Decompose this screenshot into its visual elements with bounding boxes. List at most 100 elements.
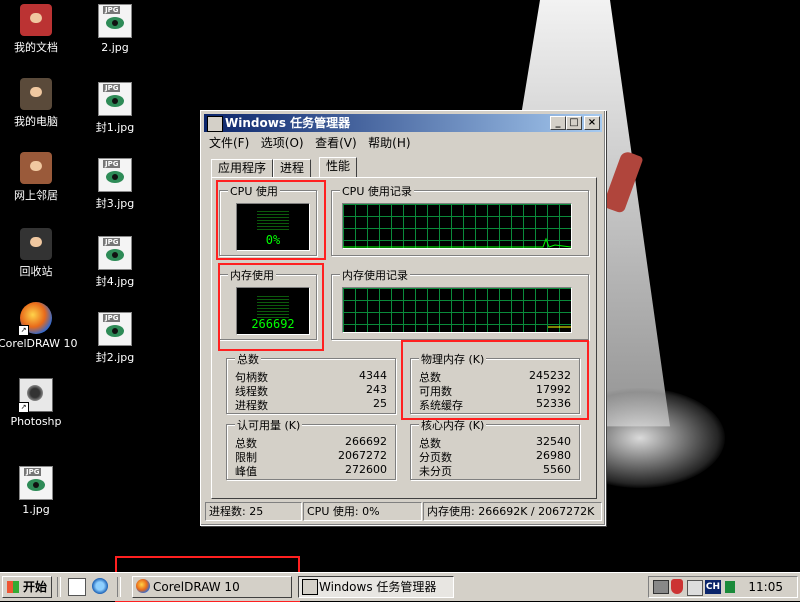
ime-indicator[interactable]: CH <box>705 580 721 594</box>
commit-charge-row: 限制 2067272 <box>235 449 387 464</box>
jpg-file-icon: JPG <box>19 466 53 500</box>
title-bar[interactable]: Windows 任务管理器 _ □ × <box>204 114 602 132</box>
menu-file[interactable]: 文件(F) <box>209 136 249 150</box>
desktop-icon-my-computer[interactable]: 我的电脑 <box>0 78 74 129</box>
window-title: Windows 任务管理器 <box>225 116 351 130</box>
taskbar-separator <box>117 577 121 597</box>
avatar-icon <box>20 78 52 110</box>
status-bar: 进程数: 25 CPU 使用: 0% 内存使用: 266692K / 20672… <box>205 502 602 521</box>
totals-title: 总数 <box>235 351 261 367</box>
totals-row: 句柄数 4344 <box>235 369 387 384</box>
commit-charge-group: 认可用量 (K) 总数 266692 限制 2067272 峰值 272600 <box>226 417 396 480</box>
coreldraw-icon: ↗ <box>18 302 52 336</box>
desktop-icon-coreldraw[interactable]: ↗ CorelDRAW 10 <box>0 302 78 350</box>
desktop-icon-label: 封3.jpg <box>95 197 135 210</box>
commit-charge-row: 总数 266692 <box>235 435 387 450</box>
taskbar-button-task-manager[interactable]: Windows 任务管理器 <box>298 576 454 598</box>
shield-icon[interactable] <box>671 579 683 594</box>
system-tray: CH 11:05 <box>648 576 798 598</box>
cpu-history-title: CPU 使用记录 <box>340 183 414 199</box>
network-icon[interactable] <box>653 580 669 594</box>
start-label: 开始 <box>23 580 48 594</box>
jpg-file-icon: JPG <box>98 158 132 192</box>
desktop-icon-label: CorelDRAW 10 <box>0 337 78 350</box>
tab-applications[interactable]: 应用程序 <box>211 159 274 178</box>
coreldraw-icon <box>136 579 150 593</box>
kernel-memory-group: 核心内存 (K) 总数 32540 分页数 26980 未分页 5560 <box>410 417 580 480</box>
task-manager-icon <box>302 579 318 595</box>
desktop-icon-2-jpg[interactable]: JPG 2.jpg <box>77 4 153 54</box>
volume-icon[interactable] <box>687 580 703 596</box>
maximize-button[interactable]: □ <box>566 116 582 130</box>
show-desktop-icon[interactable] <box>68 578 86 596</box>
totals-row: 进程数 25 <box>235 397 387 412</box>
task-manager-icon <box>207 116 223 132</box>
desktop-icon-feng3-jpg[interactable]: JPG 封3.jpg <box>77 158 153 211</box>
desktop-icon-my-documents[interactable]: 我的文档 <box>0 4 74 55</box>
totals-group: 总数 句柄数 4344 线程数 243 进程数 25 <box>226 351 396 414</box>
jpg-file-icon: JPG <box>98 312 132 346</box>
close-button[interactable]: × <box>584 116 600 130</box>
taskbar-button-label: Windows 任务管理器 <box>319 580 437 594</box>
memory-history-line <box>548 326 571 328</box>
menu-help[interactable]: 帮助(H) <box>368 136 410 150</box>
commit-charge-row: 峰值 272600 <box>235 463 387 478</box>
desktop-icon-label: 回收站 <box>19 265 53 278</box>
shortcut-arrow-icon: ↗ <box>18 325 29 336</box>
annotation-box-cpu <box>216 180 326 260</box>
annotation-box-physical-memory <box>401 340 589 420</box>
desktop-icon-label: 1.jpg <box>22 503 50 516</box>
taskbar-separator <box>57 577 61 597</box>
desktop-icon-label: 封2.jpg <box>95 351 135 364</box>
tab-processes[interactable]: 进程 <box>273 159 312 178</box>
desktop-icon-label: 封1.jpg <box>95 121 135 134</box>
shortcut-arrow-icon: ↗ <box>18 402 29 413</box>
desktop-icon-network[interactable]: 网上邻居 <box>0 152 74 203</box>
desktop-icon-feng1-jpg[interactable]: JPG 封1.jpg <box>77 82 153 135</box>
avatar-icon <box>20 4 52 36</box>
desktop-icon-label: 封4.jpg <box>95 275 135 288</box>
jpg-file-icon: JPG <box>98 236 132 270</box>
start-button[interactable]: 开始 <box>2 576 52 598</box>
clock[interactable]: 11:05 <box>748 577 783 597</box>
desktop-icon-feng2-jpg[interactable]: JPG 封2.jpg <box>77 312 153 365</box>
desktop-icon-photoshop[interactable]: ↗ Photoshp <box>0 378 74 428</box>
taskbar-button-coreldraw[interactable]: CorelDRAW 10 <box>132 576 292 598</box>
desktop-icon-feng4-jpg[interactable]: JPG 封4.jpg <box>77 236 153 289</box>
jpg-file-icon: JPG <box>98 4 132 38</box>
internet-explorer-icon[interactable] <box>92 578 108 594</box>
memory-history-title: 内存使用记录 <box>340 267 410 283</box>
kernel-memory-row: 总数 32540 <box>419 435 571 450</box>
desktop-icon-recycle-bin[interactable]: 回收站 <box>0 228 74 279</box>
cpu-history-graph <box>342 203 572 249</box>
desktop-icon-label: 我的文档 <box>14 41 58 54</box>
desktop-icon-1-jpg[interactable]: JPG 1.jpg <box>0 466 74 516</box>
kernel-memory-row: 分页数 26980 <box>419 449 571 464</box>
avatar-icon <box>20 152 52 184</box>
desktop-icon-label: 网上邻居 <box>14 189 58 202</box>
avatar-icon <box>20 228 52 260</box>
status-memory: 内存使用: 266692K / 2067272K <box>423 502 602 521</box>
memory-history-group: 内存使用记录 <box>331 267 589 340</box>
taskbar: 开始 CorelDRAW 10 Windows 任务管理器 CH 11:05 <box>0 572 800 601</box>
status-cpu: CPU 使用: 0% <box>303 502 422 521</box>
menu-view[interactable]: 查看(V) <box>315 136 357 150</box>
cpu-history-group: CPU 使用记录 <box>331 183 589 256</box>
status-processes: 进程数: 25 <box>205 502 302 521</box>
photoshop-icon: ↗ <box>18 378 53 413</box>
annotation-box-memory <box>218 263 324 351</box>
cpu-history-line <box>343 237 571 248</box>
memory-history-graph <box>342 287 572 333</box>
taskbar-button-label: CorelDRAW 10 <box>153 580 240 594</box>
desktop-icon-label: 我的电脑 <box>14 115 58 128</box>
menu-options[interactable]: 选项(O) <box>261 136 304 150</box>
desktop-icon-label: 2.jpg <box>101 41 129 54</box>
minimize-button[interactable]: _ <box>550 116 566 130</box>
tab-performance[interactable]: 性能 <box>319 157 358 177</box>
task-manager-tray-icon[interactable] <box>725 581 735 593</box>
totals-row: 线程数 243 <box>235 383 387 398</box>
kernel-memory-row: 未分页 5560 <box>419 463 571 478</box>
desktop-icon-label: Photoshp <box>10 415 62 428</box>
commit-charge-title: 认可用量 (K) <box>235 417 303 433</box>
jpg-file-icon: JPG <box>98 82 132 116</box>
